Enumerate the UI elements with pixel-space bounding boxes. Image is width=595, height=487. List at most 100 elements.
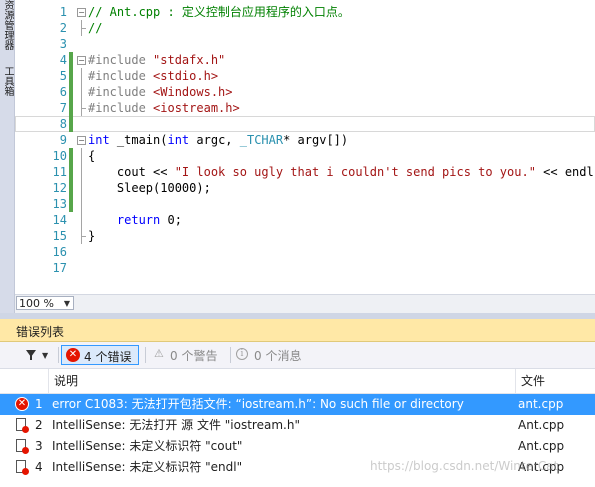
error-icon: ✕ (66, 348, 80, 362)
intellisense-error-icon (16, 460, 29, 475)
code-line[interactable]: 1 −// Ant.cpp : 定义控制台应用程序的入口点。 (15, 4, 595, 20)
line-number: 16 (52, 245, 67, 259)
error-row[interactable]: 2 IntelliSense: 无法打开 源 文件 "iostream.h" Ant… (0, 415, 595, 436)
line-number: 10 (52, 149, 67, 163)
line-number: 4 (59, 53, 67, 67)
error-description: error C1083: 无法打开包括文件: “iostream.h”: No … (52, 397, 464, 411)
code-token: cout << (88, 165, 175, 179)
line-number: 13 (52, 197, 67, 211)
column-separator[interactable] (515, 369, 516, 393)
error-number: 1 (35, 397, 43, 411)
column-header-file[interactable]: 文件 (521, 369, 545, 393)
code-token: <Windows.h> (153, 85, 233, 99)
toolbar-separator (58, 347, 59, 363)
code-line[interactable]: 11 cout << "I look so ugly that i couldn… (15, 164, 595, 180)
code-token: #include (88, 53, 154, 67)
change-marker (69, 212, 73, 228)
change-marker (69, 68, 73, 84)
toolbox-tab[interactable]: 工具箱 (1, 66, 13, 96)
change-marker (69, 164, 73, 180)
code-line[interactable]: 5 #include <stdio.h> (15, 68, 595, 84)
code-line[interactable]: 14 return 0; (15, 212, 595, 228)
code-line[interactable]: 2 // (15, 20, 595, 36)
code-text: // Ant.cpp : 定义控制台应用程序的入口点。 (88, 4, 350, 20)
error-number: 4 (35, 460, 43, 474)
error-description: IntelliSense: 未定义标识符 "cout" (52, 439, 243, 453)
line-number: 7 (59, 101, 67, 115)
column-separator[interactable] (48, 369, 49, 393)
code-token: <stdio.h> (153, 69, 219, 83)
change-marker (69, 20, 73, 36)
code-token: Sleep(10000); (88, 181, 211, 195)
code-line[interactable]: 13 (15, 196, 595, 212)
code-line[interactable]: 4 − #include "stdafx.h" (15, 52, 595, 68)
code-token: * argv[]) (283, 133, 349, 147)
outline-guide (81, 100, 86, 116)
outline-guide (81, 180, 82, 196)
change-marker (69, 36, 73, 52)
code-lines: 1−// Ant.cpp : 定义控制台应用程序的入口点。 2//3 4− #incl… (15, 4, 595, 276)
code-token: #include (88, 69, 154, 83)
code-line[interactable]: 8 (15, 116, 595, 132)
code-text: { (88, 148, 95, 164)
error-row[interactable]: ✕ 1 error C1083: 无法打开包括文件: “iostream.h”: N… (0, 394, 595, 415)
code-line[interactable]: 16 (15, 244, 595, 260)
code-token: "I look so ugly that i couldn't send pic… (174, 165, 536, 179)
error-number: 2 (35, 418, 43, 432)
solution-explorer-tab[interactable]: 资源管理器 (1, 0, 13, 50)
line-number: 17 (52, 261, 67, 275)
column-header-description[interactable]: 说明 (54, 369, 78, 393)
errors-filter-toggle[interactable]: ✕ 4 个错误 (61, 345, 139, 365)
error-file: Ant.cpp (518, 418, 565, 432)
messages-filter-toggle[interactable]: i 0 个消息 (234, 346, 314, 364)
error-list-toolbar: ▼ ✕ 4 个错误 ⚠ 0 个警告 i 0 个消息 (0, 342, 595, 369)
error-file: ant.cpp (518, 397, 564, 411)
code-text: #include <stdio.h> (88, 68, 218, 84)
line-number: 3 (59, 37, 67, 51)
code-editor[interactable]: 1−// Ant.cpp : 定义控制台应用程序的入口点。 2//3 4− #incl… (15, 0, 595, 293)
collapse-icon[interactable]: − (77, 56, 86, 65)
filter-dropdown-button[interactable]: ▼ (24, 346, 56, 364)
toolbar-separator (230, 347, 231, 363)
code-line[interactable]: 7 #include <iostream.h> (15, 100, 595, 116)
collapse-icon[interactable]: − (77, 136, 86, 145)
change-marker (69, 4, 73, 20)
code-line[interactable]: 10 { (15, 148, 595, 164)
side-toolbox-strip: 资源管理器 工具箱 (0, 0, 15, 316)
line-number: 1 (59, 5, 67, 19)
code-line[interactable]: 9− int _tmain(int argc, _TCHAR* argv[]) (15, 132, 595, 148)
outline-guide (81, 20, 86, 36)
code-text: return 0; (88, 212, 182, 228)
code-token: int (88, 133, 117, 147)
line-number: 11 (52, 165, 67, 179)
code-line[interactable]: 6 #include <Windows.h> (15, 84, 595, 100)
error-icon: ✕ (15, 397, 29, 411)
warning-icon: ⚠ (154, 347, 164, 360)
chevron-down-icon: ▼ (63, 299, 70, 308)
code-token: << endl; (535, 165, 595, 179)
code-token: _tmain( (116, 133, 168, 147)
horizontal-scrollbar[interactable] (79, 297, 589, 309)
code-token: // Ant.cpp : 定义控制台应用程序的入口点。 (88, 5, 350, 19)
code-line[interactable]: 3 (15, 36, 595, 52)
zoom-select[interactable]: 100 % ▼ (16, 296, 74, 310)
change-marker (69, 196, 73, 212)
code-line[interactable]: 12 Sleep(10000); (15, 180, 595, 196)
error-list-header: 说明 文件 (0, 369, 595, 394)
change-marker (69, 132, 73, 148)
error-description: IntelliSense: 无法打开 源 文件 "iostream.h" (52, 418, 300, 432)
change-marker (69, 116, 73, 132)
code-token: "stdafx.h" (153, 53, 226, 67)
code-token: 0; (167, 213, 182, 227)
code-token: argc, (196, 133, 240, 147)
code-line[interactable]: 15} (15, 228, 595, 244)
code-token: <iostream.h> (153, 101, 240, 115)
collapse-icon[interactable]: − (77, 8, 86, 17)
error-row[interactable]: 3 IntelliSense: 未定义标识符 "cout" Ant.cpp (0, 436, 595, 457)
change-marker (69, 244, 73, 260)
line-number: 14 (52, 213, 67, 227)
code-line[interactable]: 17 (15, 260, 595, 276)
warnings-filter-toggle[interactable]: ⚠ 0 个警告 (152, 346, 227, 364)
outline-guide (81, 68, 82, 84)
